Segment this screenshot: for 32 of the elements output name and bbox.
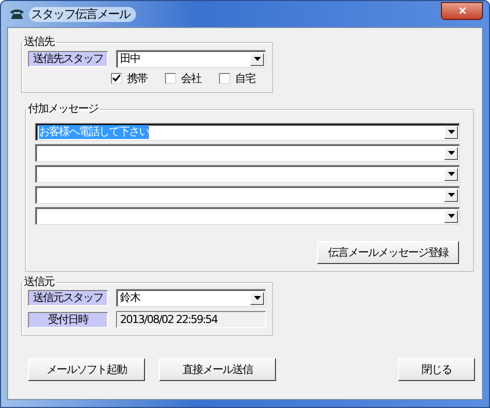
field-label: 送信元スタッフ <box>28 290 108 306</box>
action-button[interactable]: 直接メール送信 <box>159 358 276 381</box>
action-button[interactable]: メールソフト起動 <box>28 358 145 381</box>
checkbox-label: 会社 <box>181 72 201 85</box>
field-label: 受付日時 <box>28 312 108 328</box>
dropdown-arrow-icon <box>448 151 454 155</box>
checkbox[interactable] <box>165 73 176 84</box>
dropdown-arrow-icon <box>448 172 454 176</box>
dropdown-arrow-icon <box>254 57 260 61</box>
checkbox[interactable] <box>111 73 122 84</box>
dropdown-arrow-icon <box>254 296 260 300</box>
date-field[interactable]: 2013/08/02 22:59:54 <box>116 311 266 328</box>
group-title: 送信先 <box>23 36 56 48</box>
checkbox-label: 携帯 <box>127 72 147 85</box>
checkbox[interactable] <box>219 73 230 84</box>
staff-dropdown[interactable]: 鈴木 <box>116 289 266 307</box>
action-button[interactable]: 閉じる <box>398 358 475 381</box>
dropdown-arrow-icon <box>448 130 454 134</box>
phone-icon <box>9 8 25 20</box>
message-dropdown[interactable] <box>35 165 460 183</box>
register-message-button[interactable]: 伝言メールメッセージ登録 <box>317 241 459 264</box>
message-dropdown[interactable] <box>35 144 460 162</box>
message-dropdown[interactable] <box>35 186 460 204</box>
checkbox-label: 自宅 <box>235 72 255 85</box>
group-title: 送信元 <box>23 276 56 288</box>
dropdown-arrow-icon <box>448 193 454 197</box>
staff-dropdown[interactable]: 田中 <box>116 50 266 68</box>
field-label: 送信先スタッフ <box>28 51 108 67</box>
message-dropdown[interactable] <box>35 207 460 225</box>
dropdown-arrow-icon <box>448 214 454 218</box>
group-title: 付加メッセージ <box>27 103 99 115</box>
window-title: スタッフ伝言メール <box>29 6 136 22</box>
